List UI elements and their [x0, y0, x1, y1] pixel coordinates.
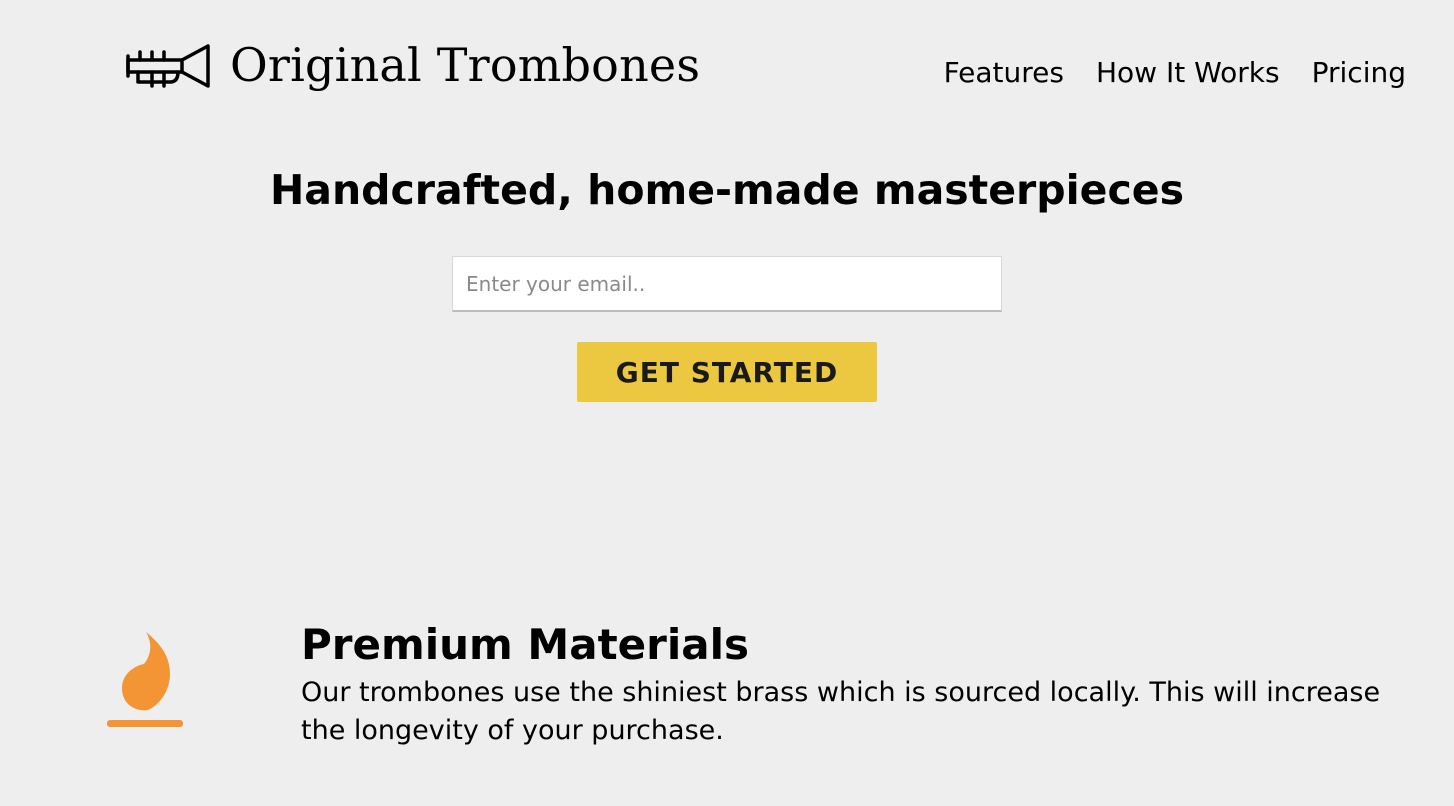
nav-link-how-it-works[interactable]: How It Works — [1096, 56, 1280, 89]
nav-link-pricing[interactable]: Pricing — [1312, 56, 1406, 89]
logo[interactable]: Original Trombones — [124, 38, 700, 92]
feature-title: Premium Materials — [301, 620, 749, 669]
nav-link-features[interactable]: Features — [944, 56, 1064, 89]
main-nav: Features How It Works Pricing — [944, 56, 1406, 89]
fire-icon — [104, 630, 186, 732]
email-input[interactable] — [452, 256, 1002, 312]
hero-title: Handcrafted, home-made masterpieces — [269, 166, 1184, 214]
brand-name: Original Trombones — [230, 38, 701, 92]
trumpet-icon — [124, 38, 212, 92]
get-started-button[interactable]: GET STARTED — [577, 342, 877, 402]
feature-description: Our trombones use the shiniest brass whi… — [301, 677, 1381, 746]
